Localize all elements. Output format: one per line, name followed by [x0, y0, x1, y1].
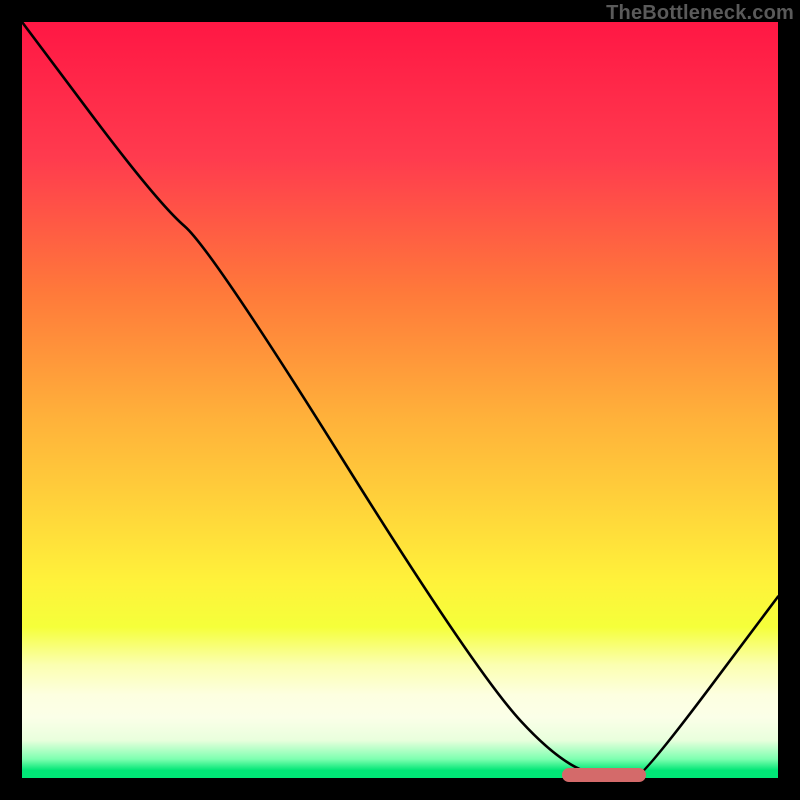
- plot-area: [22, 22, 778, 778]
- curve-path: [22, 22, 778, 778]
- optimal-range-marker: [562, 768, 646, 782]
- bottleneck-curve: [22, 22, 778, 778]
- chart-frame: TheBottleneck.com: [0, 0, 800, 800]
